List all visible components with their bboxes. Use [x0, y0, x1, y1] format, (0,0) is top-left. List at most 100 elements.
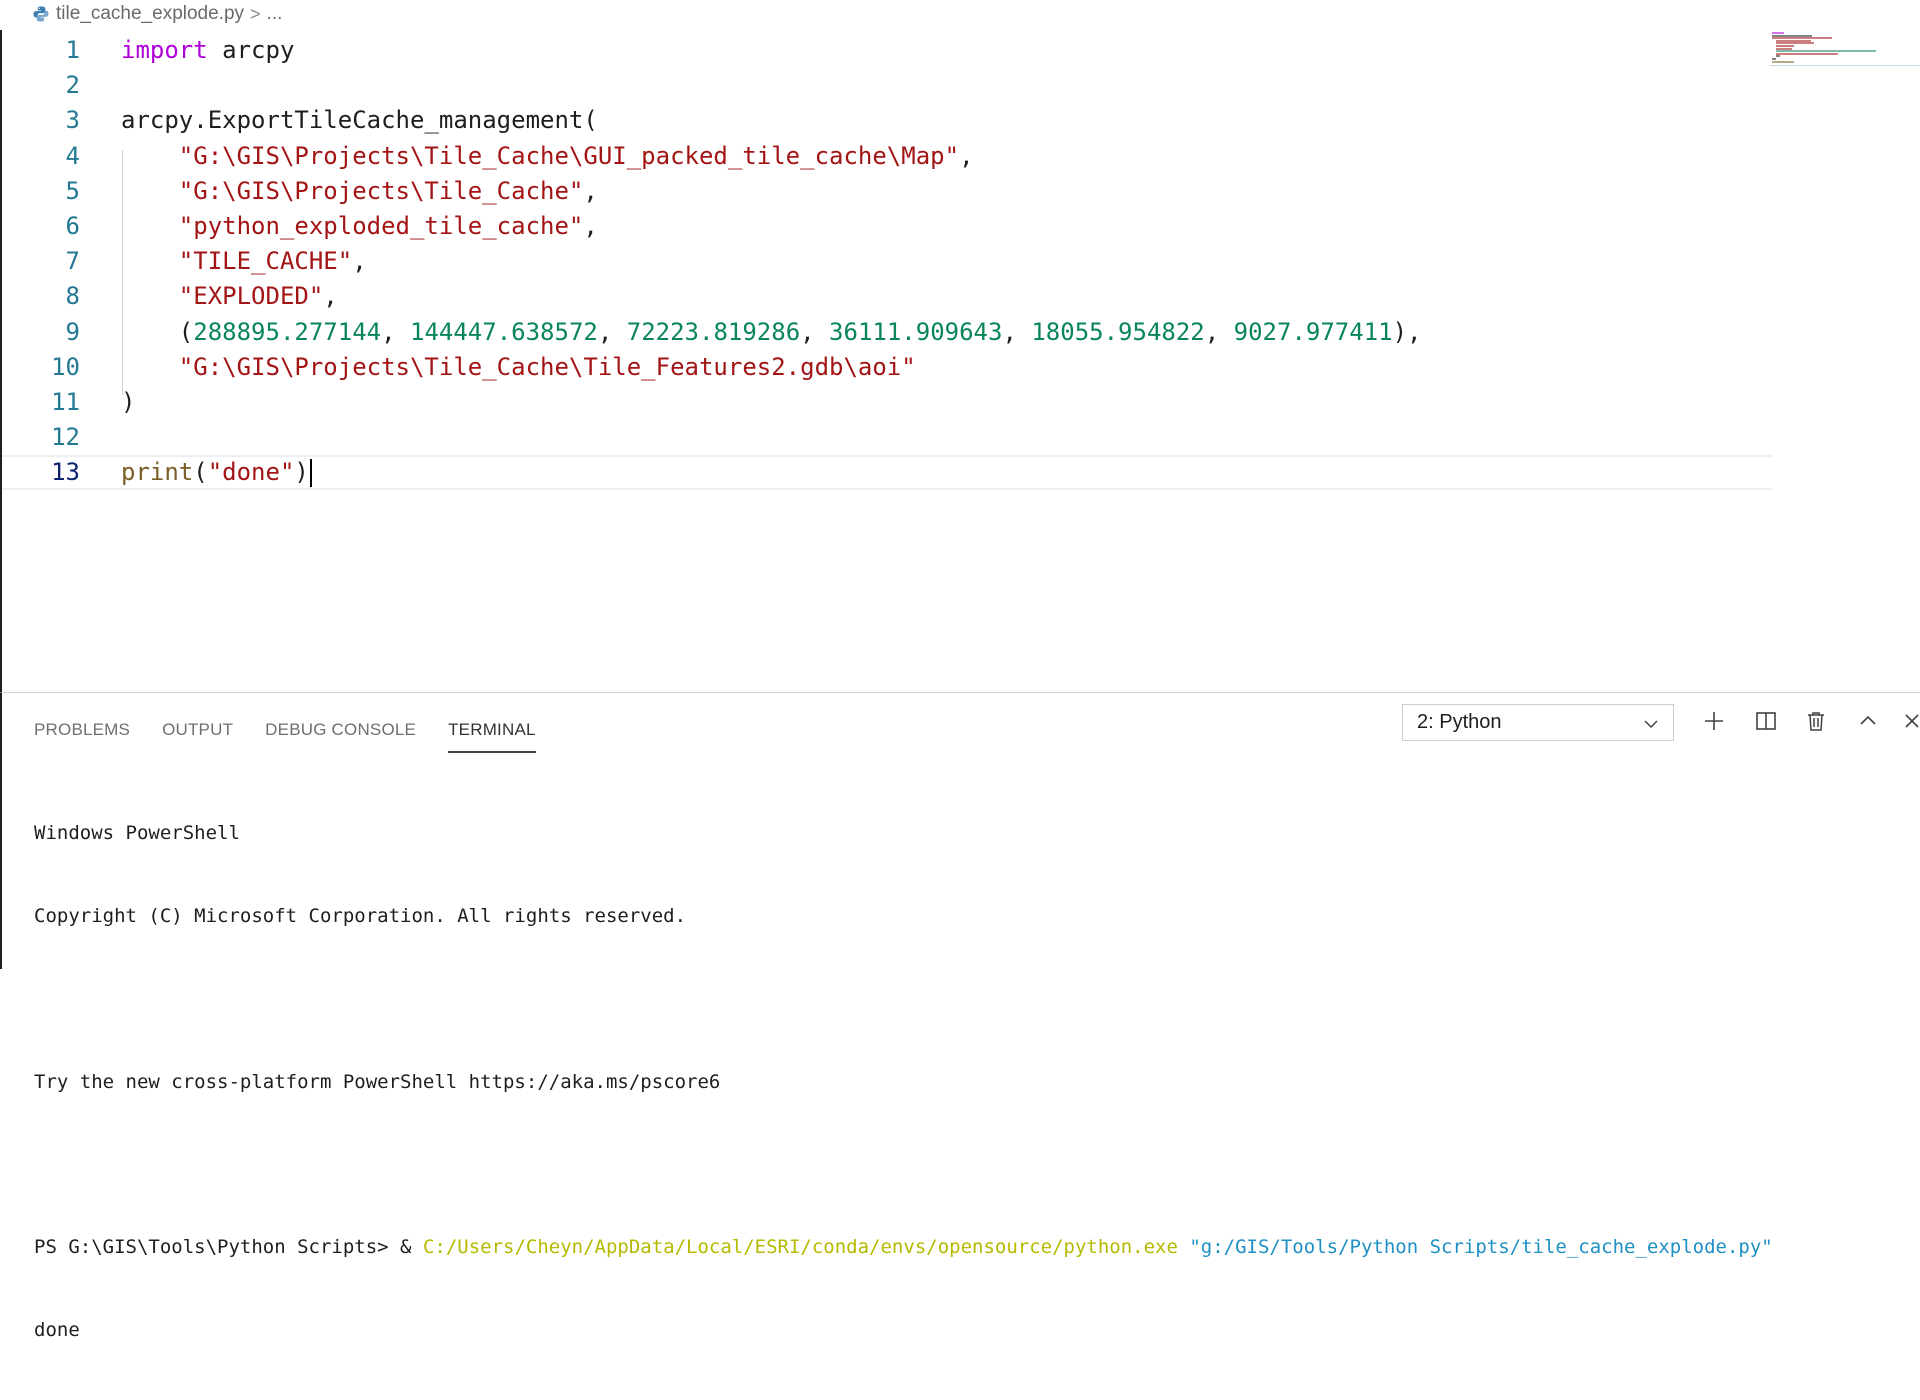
close-panel-button[interactable]: [1902, 709, 1920, 737]
breadcrumb: tile_cache_explode.py > ...: [32, 0, 282, 28]
bottom-panel: PROBLEMS OUTPUT DEBUG CONSOLE TERMINAL 2: P…: [0, 692, 1920, 1341]
code-line[interactable]: 10 "G:\GIS\Projects\Tile_Cache\Tile_Feat…: [2, 350, 1772, 385]
new-terminal-button[interactable]: [1700, 709, 1728, 737]
code-line[interactable]: 3 arcpy.ExportTileCache_management(: [2, 103, 1772, 138]
tab-debug-console[interactable]: DEBUG CONSOLE: [265, 713, 416, 751]
code-line[interactable]: 13 print("done"): [2, 455, 1772, 491]
code-text: "TILE_CACHE",: [121, 244, 367, 279]
breadcrumb-symbols[interactable]: ...: [267, 3, 283, 25]
plus-icon: [1702, 709, 1726, 737]
code-token: 72223.819286: [626, 317, 801, 346]
code-text: (288895.277144, 144447.638572, 72223.819…: [121, 315, 1422, 350]
line-number: 13: [51, 458, 80, 487]
terminal-command-line: PS G:\GIS\Tools\Python Scripts> & C:/Use…: [34, 1234, 1914, 1262]
code-line[interactable]: 1 import arcpy: [2, 33, 1772, 68]
code-line[interactable]: 2: [2, 68, 1772, 103]
code-token: "G:\GIS\Projects\Tile_Cache\GUI_packed_t…: [178, 141, 960, 170]
breadcrumb-file[interactable]: tile_cache_explode.py: [56, 3, 244, 25]
tab-problems[interactable]: PROBLEMS: [34, 713, 130, 751]
code-token: arcpy.ExportTileCache_management(: [121, 106, 598, 135]
line-number: 2: [65, 71, 80, 100]
code-token: "G:\GIS\Projects\Tile_Cache\Tile_Feature…: [178, 352, 916, 381]
tab-terminal[interactable]: TERMINAL: [448, 713, 536, 753]
code-text: "G:\GIS\Projects\Tile_Cache\GUI_packed_t…: [121, 139, 974, 174]
python-file-icon: [32, 5, 50, 23]
code-token: "TILE_CACHE": [178, 247, 353, 276]
code-text: "EXPLODED",: [121, 279, 338, 314]
chevron-down-icon: [1643, 715, 1659, 731]
code-token: ),: [1392, 317, 1422, 346]
line-number: 1: [65, 36, 80, 64]
code-token: 144447.638572: [410, 317, 598, 346]
line-number: 7: [65, 247, 80, 276]
minimap-line: [1776, 55, 1780, 58]
code-token: 9027.977411: [1233, 317, 1393, 346]
maximize-panel-button[interactable]: [1854, 709, 1882, 737]
line-number: 8: [65, 282, 80, 311]
terminal-line: Windows PowerShell: [34, 822, 240, 845]
chevron-up-icon: [1858, 711, 1878, 735]
code-line[interactable]: 6 "python_exploded_tile_cache",: [2, 209, 1772, 244]
code-token: ): [294, 458, 309, 487]
kill-terminal-button[interactable]: [1802, 709, 1830, 737]
terminal-output[interactable]: Windows PowerShell Copyright (C) Microso…: [34, 765, 1914, 1400]
terminal-line: done: [34, 1318, 80, 1341]
code-line[interactable]: 11): [2, 385, 1772, 420]
code-token: ,: [959, 141, 974, 170]
code-token: "G:\GIS\Projects\Tile_Cache": [178, 176, 584, 205]
code-text: ): [121, 385, 135, 420]
code-token: 36111.909643: [829, 317, 1003, 346]
terminal-line: Copyright (C) Microsoft Corporation. All…: [34, 904, 687, 927]
code-token: ,: [597, 317, 627, 346]
terminal-line: Try the new cross-platform PowerShell ht…: [34, 1070, 721, 1093]
line-number: 3: [65, 106, 80, 135]
code-token: "done": [207, 458, 295, 487]
code-editor[interactable]: 1 import arcpy 2 3 arcpy.ExportTileCache_man…: [0, 30, 1920, 692]
code-token: arcpy: [207, 36, 295, 64]
panel-tabs: PROBLEMS OUTPUT DEBUG CONSOLE TERMINAL: [34, 713, 536, 753]
split-terminal-button[interactable]: [1752, 709, 1780, 737]
code-token: 288895.277144: [193, 317, 382, 346]
minimap-line: [1776, 52, 1838, 55]
tab-output[interactable]: OUTPUT: [162, 713, 233, 751]
line-number: 11: [51, 388, 80, 416]
minimap-slider[interactable]: [1770, 65, 1920, 66]
code-token: (: [121, 317, 194, 346]
code-text: "G:\GIS\Projects\Tile_Cache\Tile_Feature…: [121, 350, 916, 385]
code-token: ,: [583, 212, 598, 240]
code-line[interactable]: 8 "EXPLODED",: [2, 279, 1772, 314]
line-number: 10: [51, 352, 80, 381]
code-line[interactable]: 12: [2, 420, 1772, 455]
code-text: "G:\GIS\Projects\Tile_Cache",: [121, 174, 598, 209]
close-icon: [1902, 711, 1920, 735]
code-token: "python_exploded_tile_cache": [178, 212, 584, 240]
code-line[interactable]: 9 (288895.277144, 144447.638572, 72223.8…: [2, 315, 1772, 350]
code-text: arcpy.ExportTileCache_management(: [121, 103, 598, 138]
line-number: 12: [51, 423, 80, 452]
code-token: ,: [1204, 317, 1234, 346]
text-cursor: [309, 459, 312, 488]
line-number: 5: [65, 176, 80, 205]
line-number: 9: [65, 317, 80, 346]
code-token: ,: [1002, 317, 1032, 346]
code-token: import: [121, 36, 208, 64]
line-number: 4: [65, 141, 80, 170]
code-text: print("done"): [121, 457, 312, 488]
code-token: (: [193, 458, 208, 487]
code-line[interactable]: 5 "G:\GIS\Projects\Tile_Cache",: [2, 174, 1772, 209]
breadcrumb-separator: >: [250, 3, 261, 24]
code-text: import arcpy: [121, 33, 294, 68]
code-token: "EXPLODED": [178, 282, 324, 311]
terminal-script-arg: "g:/GIS/Tools/Python Scripts/tile_cache_…: [1177, 1236, 1773, 1259]
code-line[interactable]: 7 "TILE_CACHE",: [2, 244, 1772, 279]
terminal-select[interactable]: 2: Python: [1402, 704, 1674, 741]
code-line[interactable]: 4 "G:\GIS\Projects\Tile_Cache\GUI_packed…: [2, 139, 1772, 174]
minimap[interactable]: [1770, 30, 1920, 70]
code-token: ): [121, 388, 136, 416]
